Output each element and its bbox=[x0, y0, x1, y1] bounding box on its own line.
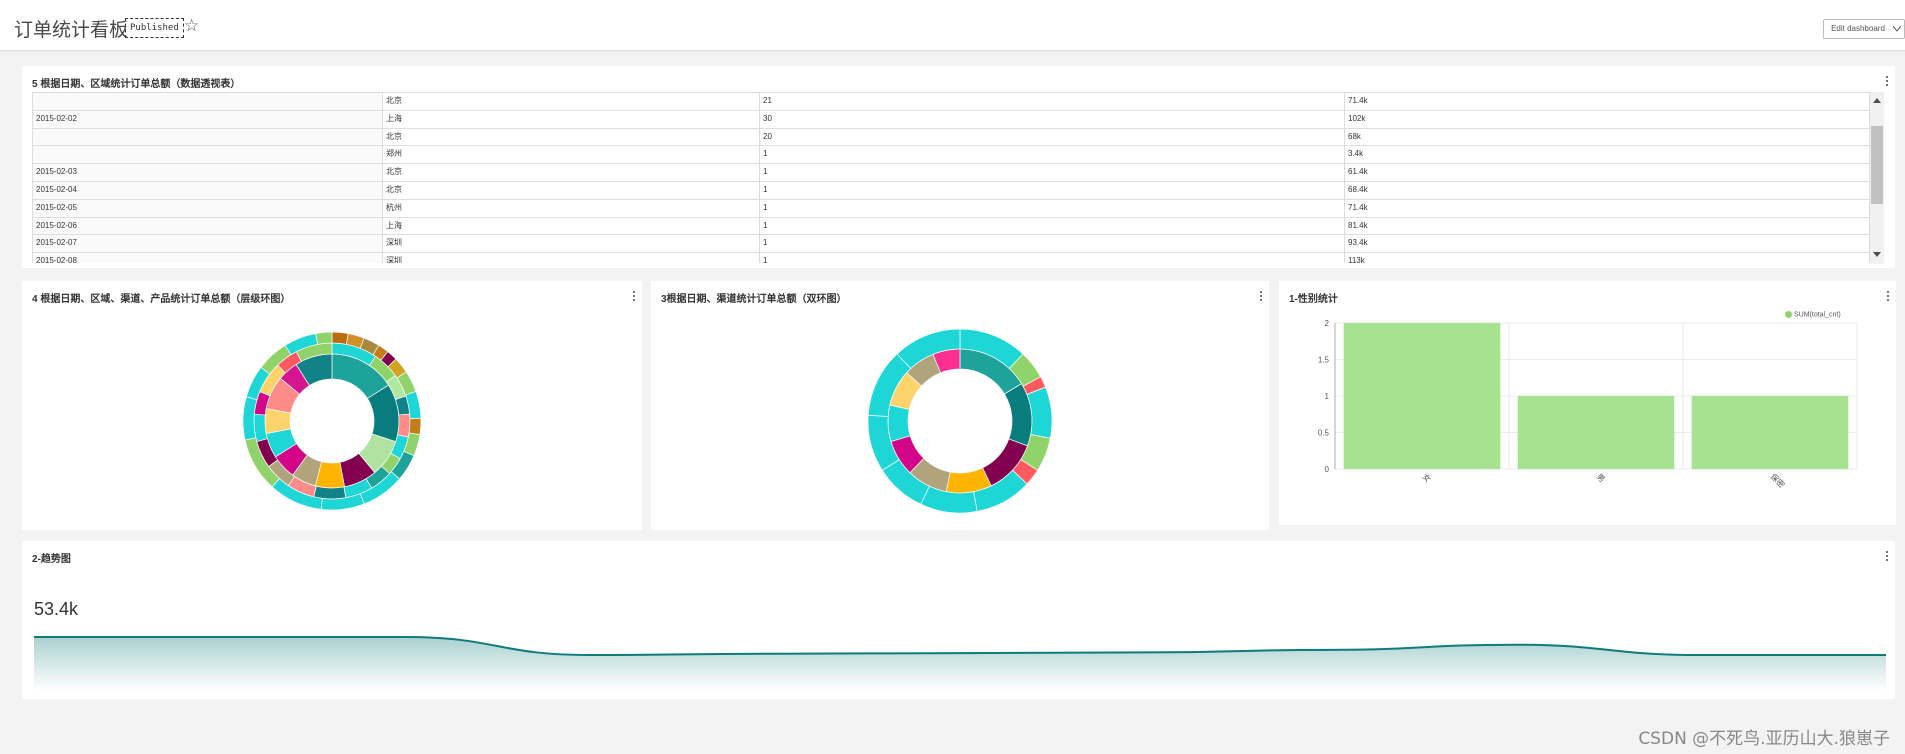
cell-total: 68.4k bbox=[1344, 180, 1870, 200]
scroll-up-arrow-icon[interactable] bbox=[1873, 98, 1881, 103]
pivot-table-card: 5 根据日期、区域统计订单总额（数据透视表） 北京 21 71.4k 2015-02-… bbox=[22, 66, 1895, 268]
cell-count: 1 bbox=[759, 180, 1345, 200]
chart-menu-icon[interactable] bbox=[1886, 76, 1889, 88]
pivot-scrollbar[interactable] bbox=[1870, 92, 1884, 264]
favorite-star-icon[interactable]: ☆ bbox=[184, 16, 199, 36]
y-tick-label: 0 bbox=[1325, 465, 1330, 474]
cell-date: 2015-02-05 bbox=[32, 198, 383, 218]
double-ring-chart[interactable] bbox=[651, 281, 1269, 530]
cell-region: 上海 bbox=[382, 216, 760, 236]
cell-count: 1 bbox=[759, 234, 1345, 254]
y-tick-label: 2 bbox=[1325, 319, 1330, 328]
cell-date bbox=[32, 92, 383, 111]
scrollbar-thumb[interactable] bbox=[1871, 126, 1883, 204]
trend-line-chart[interactable] bbox=[22, 541, 1895, 699]
cell-total: 61.4k bbox=[1344, 163, 1870, 182]
table-row: 2015-02-06 上海 1 81.4k bbox=[32, 216, 1870, 236]
cell-region: 北京 bbox=[382, 127, 760, 147]
table-row: 2015-02-03 北京 1 61.4k bbox=[32, 163, 1870, 182]
table-row: 2015-02-02 上海 30 102k bbox=[32, 109, 1870, 129]
pivot-table: 北京 21 71.4k 2015-02-02 上海 30 102k 北京 20 68k 郑州 1 3.4… bbox=[32, 92, 1870, 263]
sunburst-hole bbox=[291, 380, 373, 462]
table-row: 2015-02-08 深圳 1 113k bbox=[32, 252, 1870, 263]
cell-count: 1 bbox=[759, 198, 1345, 218]
y-tick-label: 1 bbox=[1325, 392, 1330, 401]
table-row: 2015-02-04 北京 1 68.4k bbox=[32, 180, 1870, 200]
cell-date bbox=[32, 127, 383, 147]
ring-segment[interactable] bbox=[315, 331, 333, 345]
y-tick-label: 1.5 bbox=[1318, 356, 1330, 365]
cell-count: 21 bbox=[759, 92, 1345, 111]
cell-count: 1 bbox=[759, 163, 1345, 182]
x-tick-label: 男 bbox=[1595, 472, 1607, 484]
ring-segment[interactable] bbox=[408, 417, 422, 436]
edit-dashboard-button[interactable]: Edit dashboard bbox=[1823, 19, 1893, 39]
x-tick-label: 女 bbox=[1421, 471, 1434, 484]
cell-count: 30 bbox=[759, 109, 1345, 129]
cell-total: 113k bbox=[1344, 252, 1870, 263]
cell-count: 1 bbox=[759, 252, 1345, 263]
cell-date bbox=[32, 145, 383, 165]
table-row: 郑州 1 3.4k bbox=[32, 145, 1870, 165]
gender-bar-chart[interactable]: 0 0.5 1 1.5 2 女 男 保密 bbox=[1279, 281, 1896, 525]
cell-region: 北京 bbox=[382, 92, 760, 111]
cell-region: 北京 bbox=[382, 180, 760, 200]
cell-date: 2015-02-08 bbox=[32, 252, 383, 263]
y-tick-label: 0.5 bbox=[1318, 429, 1330, 438]
cell-total: 68k bbox=[1344, 127, 1870, 147]
cell-total: 102k bbox=[1344, 109, 1870, 129]
table-row: 北京 21 71.4k bbox=[32, 92, 1870, 111]
cell-count: 1 bbox=[759, 145, 1345, 165]
trend-card: 2-趋势图 53.4k bbox=[22, 541, 1895, 699]
dashboard-header: 订单统计看板 Published ☆ Edit dashboard bbox=[0, 0, 1905, 51]
cell-count: 1 bbox=[759, 216, 1345, 236]
published-badge[interactable]: Published bbox=[125, 18, 184, 38]
cell-region: 深圳 bbox=[382, 234, 760, 254]
table-row: 2015-02-05 杭州 1 71.4k bbox=[32, 198, 1870, 218]
cell-total: 71.4k bbox=[1344, 198, 1870, 218]
x-tick-label: 保密 bbox=[1769, 471, 1787, 489]
ring-segment[interactable] bbox=[887, 404, 911, 442]
cell-date: 2015-02-03 bbox=[32, 163, 383, 182]
cell-date: 2015-02-06 bbox=[32, 216, 383, 236]
table-row: 北京 20 68k bbox=[32, 127, 1870, 147]
pivot-table-title: 5 根据日期、区域统计订单总额（数据透视表） bbox=[32, 79, 241, 90]
table-row: 2015-02-07 深圳 1 93.4k bbox=[32, 234, 1870, 254]
ring-segment[interactable] bbox=[397, 413, 411, 438]
bar[interactable] bbox=[1517, 396, 1675, 469]
ring-hole bbox=[909, 370, 1011, 472]
sunburst-chart[interactable] bbox=[22, 281, 642, 530]
bar[interactable] bbox=[1343, 323, 1501, 469]
cell-region: 郑州 bbox=[382, 145, 760, 165]
trend-area bbox=[34, 637, 1886, 691]
cell-total: 3.4k bbox=[1344, 145, 1870, 165]
cell-date: 2015-02-04 bbox=[32, 180, 383, 200]
cell-region: 上海 bbox=[382, 109, 760, 129]
ring-segment[interactable] bbox=[313, 485, 347, 500]
dashboard-title: 订单统计看板 bbox=[14, 20, 129, 41]
cell-total: 93.4k bbox=[1344, 234, 1870, 254]
scroll-down-arrow-icon[interactable] bbox=[1873, 252, 1881, 257]
cell-date: 2015-02-07 bbox=[32, 234, 383, 254]
cell-date: 2015-02-02 bbox=[32, 109, 383, 129]
cell-region: 北京 bbox=[382, 163, 760, 182]
gender-chart-card: 1-性别统计 SUM(total_cnt) 0 0.5 1 1.5 2 女男保密 bbox=[1279, 281, 1896, 525]
cell-count: 20 bbox=[759, 127, 1345, 147]
cell-region: 深圳 bbox=[382, 252, 760, 263]
bar[interactable] bbox=[1691, 396, 1849, 469]
ring-segment[interactable] bbox=[331, 331, 349, 345]
chevron-down-icon bbox=[1893, 26, 1901, 32]
cell-total: 71.4k bbox=[1344, 92, 1870, 111]
more-options-dropdown[interactable] bbox=[1891, 19, 1905, 39]
cell-total: 81.4k bbox=[1344, 216, 1870, 236]
double-ring-card: 3根据日期、渠道统计订单总额（双环图） bbox=[651, 281, 1269, 530]
cell-region: 杭州 bbox=[382, 198, 760, 218]
sunburst-card: 4 根据日期、区域、渠道、产品统计订单总额（层级环图） bbox=[22, 281, 642, 530]
watermark: CSDN @不死鸟.亚历山大.狼崽子 bbox=[1638, 729, 1890, 749]
